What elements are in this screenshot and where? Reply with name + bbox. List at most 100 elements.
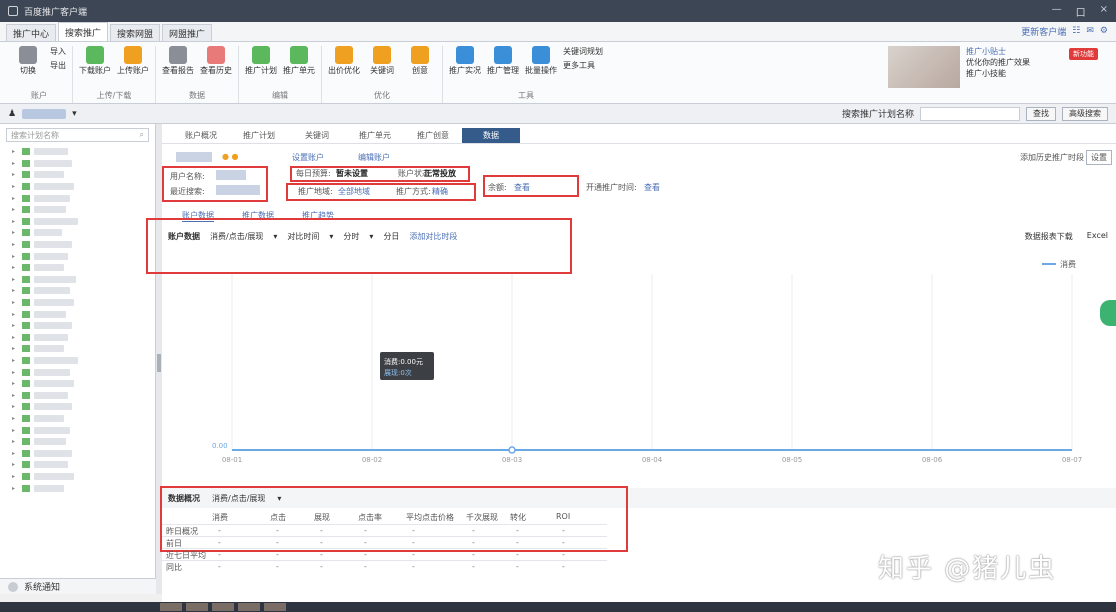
history-period-link[interactable]: 添加历史推广时段 [1020,152,1084,163]
mail-icon[interactable]: ✉ [1086,26,1094,36]
sidebar-tree-item[interactable]: ▸ [0,459,155,471]
more-tools-button[interactable]: 更多工具 [563,60,603,71]
compare-time-select[interactable]: 对比时间 [287,231,319,242]
excel-button[interactable]: Excel [1087,231,1108,242]
tab-search[interactable]: 搜索推广 [58,22,109,41]
sidebar-tree-item[interactable]: ▸ [0,297,155,309]
chevron-right-icon[interactable]: ▸ [12,206,18,213]
chevron-down-icon[interactable]: ▾ [273,232,277,241]
sidebar-tree-item[interactable]: ▸ [0,181,155,193]
tab-network[interactable]: 网盟推广 [162,24,213,41]
plan-search-input[interactable] [920,106,1020,121]
view-report-button[interactable]: 查看报告 [162,46,194,76]
sidebar-tree-item[interactable]: ▸ [0,146,155,158]
sidebar-tree-item[interactable]: ▸ [0,216,155,228]
sidebar-tree-item[interactable]: ▸ [0,389,155,401]
update-client-link[interactable]: 更新客户端 [1021,25,1066,38]
taskbar-item[interactable] [264,603,286,611]
sidebar-tree-item[interactable]: ▸ [0,320,155,332]
chevron-down-icon[interactable]: ▾ [72,109,77,119]
keyword-plan-button[interactable]: 关键词规划 [563,46,603,57]
taskbar-item[interactable] [238,603,260,611]
sidebar-tree-item[interactable]: ▸ [0,250,155,262]
bid-optimize-button[interactable]: 出价优化 [328,46,360,76]
batch-button[interactable]: 批量操作 [525,46,557,76]
chevron-right-icon[interactable]: ▸ [12,427,18,434]
chevron-right-icon[interactable]: ▸ [12,253,18,260]
chevron-right-icon[interactable]: ▸ [12,183,18,190]
side-float-button[interactable] [1100,300,1116,326]
adv-value[interactable]: 精确 [432,186,448,197]
chevron-right-icon[interactable]: ▸ [12,322,18,329]
chevron-right-icon[interactable]: ▸ [12,415,18,422]
grid-icon[interactable]: ☷ [1072,26,1080,36]
sidebar-tree-item[interactable]: ▸ [0,285,155,297]
taskbar-item[interactable] [186,603,208,611]
chevron-down-icon[interactable]: ▾ [329,232,333,241]
sidebar-search-input[interactable]: 搜索计划名称 ⌕ [6,128,149,142]
download-report-button[interactable]: 数据报表下载 [1025,231,1073,242]
tab-search-network[interactable]: 搜索网盟 [110,24,161,41]
sidebar-tree-item[interactable]: ▸ [0,204,155,216]
sidebar-tree-item[interactable]: ▸ [0,447,155,459]
chevron-right-icon[interactable]: ▸ [12,171,18,178]
sidebar-tree-item[interactable]: ▸ [0,482,155,494]
sidebar-tree-item[interactable]: ▸ [0,308,155,320]
sidebar-tree-item[interactable]: ▸ [0,471,155,483]
sidebar-tree-item[interactable]: ▸ [0,355,155,367]
chevron-right-icon[interactable]: ▸ [12,241,18,248]
balance-value[interactable]: 查看 [514,182,530,193]
export-button[interactable]: 导出 [50,60,66,71]
sidebar-tree-item[interactable]: ▸ [0,378,155,390]
chevron-right-icon[interactable]: ▸ [12,461,18,468]
chevron-right-icon[interactable]: ▸ [12,299,18,306]
ad-preview-button[interactable]: 推广实况 [449,46,481,76]
sidebar-tree-item[interactable]: ▸ [0,436,155,448]
chevron-down-icon[interactable]: ▾ [369,232,373,241]
chevron-right-icon[interactable]: ▸ [12,229,18,236]
import-button[interactable]: 导入 [50,46,66,57]
metric-select[interactable]: 消费/点击/展现 [210,231,263,242]
keyword-button[interactable]: 关键词 [366,46,398,76]
chevron-right-icon[interactable]: ▸ [12,264,18,271]
chevron-right-icon[interactable]: ▸ [12,485,18,492]
ad-manage-button[interactable]: 推广管理 [487,46,519,76]
sidebar-tree-item[interactable]: ▸ [0,274,155,286]
subtab-keyword[interactable]: 关键词 [288,128,346,143]
campaign-button[interactable]: 推广计划 [245,46,277,76]
add-compare-link[interactable]: 添加对比时段 [409,231,457,242]
chevron-right-icon[interactable]: ▸ [12,195,18,202]
edit-account-link[interactable]: 编辑账户 [358,152,390,163]
sidebar-tree-item[interactable]: ▸ [0,192,155,204]
switch-account-button[interactable]: 切换 [12,46,44,76]
chevron-right-icon[interactable]: ▸ [12,311,18,318]
sidebar-tree-item[interactable]: ▸ [0,262,155,274]
subtab-creative[interactable]: 推广创意 [404,128,462,143]
subtab-data[interactable]: 数据 [462,128,520,143]
advanced-search-button[interactable]: 高级搜索 [1062,106,1108,121]
promo-banner[interactable]: 推广小贴士 优化你的推广效果 推广小技能 新功能 [888,46,1098,96]
chevron-right-icon[interactable]: ▸ [12,357,18,364]
taskbar-item[interactable] [160,603,182,611]
close-button[interactable]: × [1100,4,1108,19]
set-account-link[interactable]: 设置账户 [292,152,324,163]
view-history-button[interactable]: 查看历史 [200,46,232,76]
chevron-right-icon[interactable]: ▸ [12,276,18,283]
chevron-right-icon[interactable]: ▸ [12,380,18,387]
find-button[interactable]: 查找 [1026,106,1056,121]
hourly-select[interactable]: 分时 [343,231,359,242]
sidebar-tree-item[interactable]: ▸ [0,332,155,344]
chevron-right-icon[interactable]: ▸ [12,160,18,167]
taskbar-item[interactable] [212,603,234,611]
chevron-right-icon[interactable]: ▸ [12,473,18,480]
sidebar-tree-item[interactable]: ▸ [0,343,155,355]
splitter-grip[interactable] [157,354,161,372]
sidebar-tree-item[interactable]: ▸ [0,401,155,413]
sidebar-tree-item[interactable]: ▸ [0,413,155,425]
account-name-blurred[interactable] [22,108,67,119]
chevron-right-icon[interactable]: ▸ [12,148,18,155]
maximize-button[interactable]: 口 [1076,4,1086,19]
subtab-campaign[interactable]: 推广计划 [230,128,288,143]
settings-button[interactable]: 设置 [1086,150,1112,165]
subtab-overview[interactable]: 账户概况 [172,128,230,143]
